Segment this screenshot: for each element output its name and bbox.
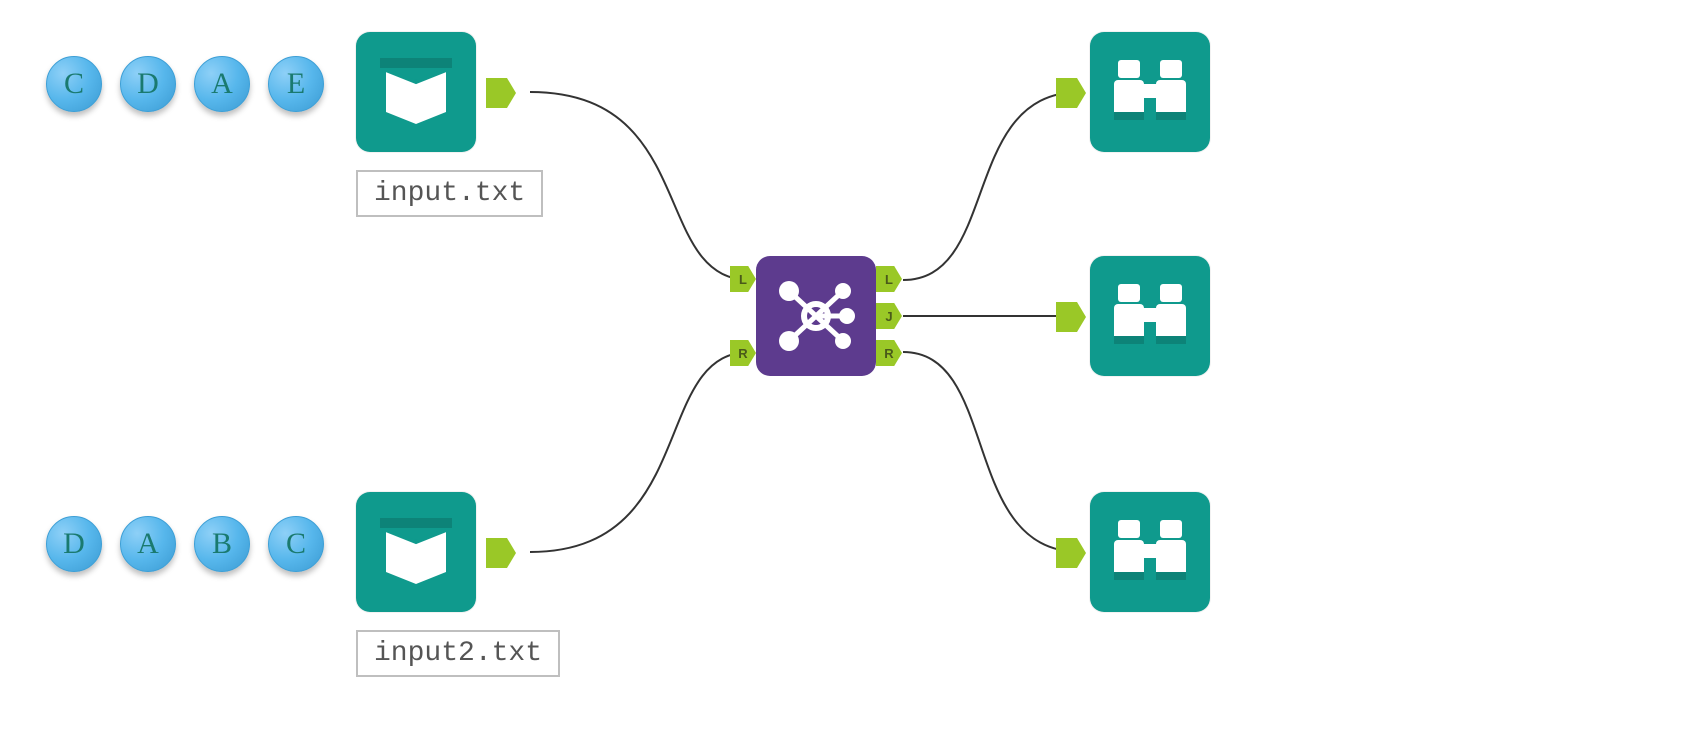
letter-badge: E: [268, 56, 324, 112]
browse-tool-tile[interactable]: [1090, 32, 1210, 152]
letter-row-bottom: D A B C: [46, 516, 324, 572]
open-book-icon: [376, 52, 456, 132]
input-port[interactable]: [1056, 302, 1086, 332]
input-file-label: input.txt: [356, 170, 543, 217]
join-in-port-r[interactable]: R: [730, 340, 756, 366]
input-tool-1[interactable]: input.txt: [356, 32, 543, 217]
join-tool-tile[interactable]: [756, 256, 876, 376]
open-book-icon: [376, 512, 456, 592]
browse-tool-tile[interactable]: [1090, 492, 1210, 612]
join-out-port-r[interactable]: R: [876, 340, 902, 366]
letter-badge: C: [46, 56, 102, 112]
browse-tool-3[interactable]: [1090, 492, 1210, 612]
letter-badge: D: [46, 516, 102, 572]
letter-badge: A: [120, 516, 176, 572]
browse-tool-tile[interactable]: [1090, 256, 1210, 376]
browse-tool-2[interactable]: [1090, 256, 1210, 376]
letter-badge: D: [120, 56, 176, 112]
join-network-icon: [771, 271, 861, 361]
letter-row-top: C D A E: [46, 56, 324, 112]
input-port[interactable]: [1056, 78, 1086, 108]
output-port[interactable]: [486, 78, 516, 108]
input-tool-tile[interactable]: [356, 492, 476, 612]
letter-badge: C: [268, 516, 324, 572]
join-out-port-j[interactable]: J: [876, 303, 902, 329]
browse-tool-1[interactable]: [1090, 32, 1210, 152]
join-tool[interactable]: L R L J R: [756, 256, 876, 376]
join-out-port-l[interactable]: L: [876, 266, 902, 292]
binoculars-icon: [1108, 50, 1192, 134]
binoculars-icon: [1108, 274, 1192, 358]
letter-badge: A: [194, 56, 250, 112]
output-port[interactable]: [486, 538, 516, 568]
workflow-canvas: C D A E D A B C input.txt: [0, 0, 1684, 745]
input-file-label: input2.txt: [356, 630, 560, 677]
binoculars-icon: [1108, 510, 1192, 594]
input-tool-tile[interactable]: [356, 32, 476, 152]
input-port[interactable]: [1056, 538, 1086, 568]
join-in-port-l[interactable]: L: [730, 266, 756, 292]
input-tool-2[interactable]: input2.txt: [356, 492, 560, 677]
letter-badge: B: [194, 516, 250, 572]
